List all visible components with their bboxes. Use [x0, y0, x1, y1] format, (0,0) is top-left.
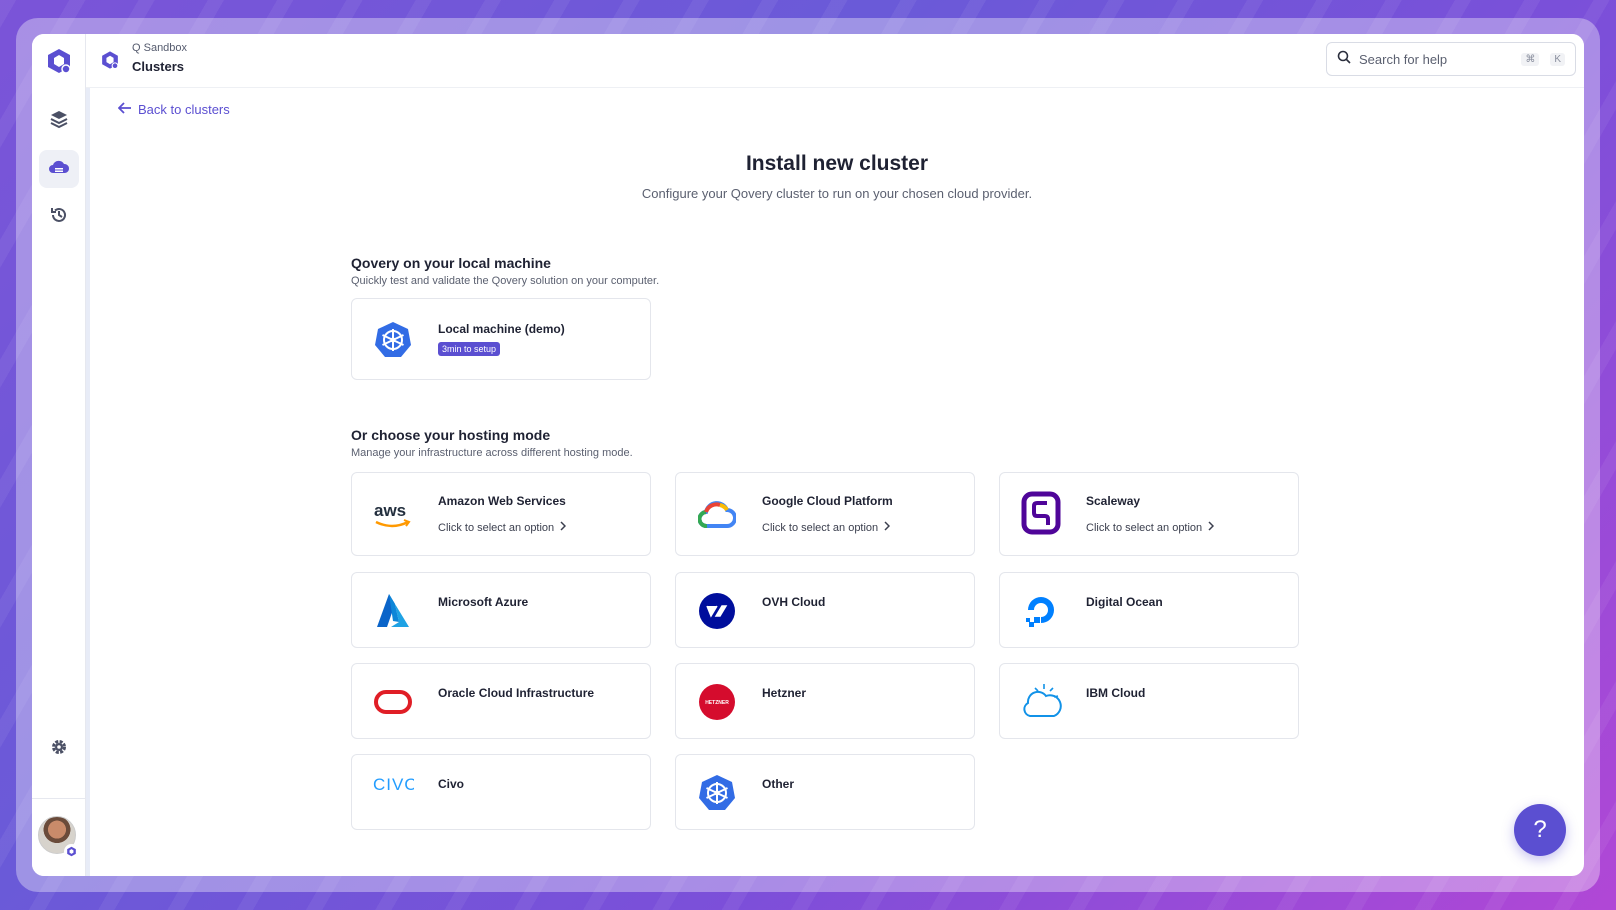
- svg-text:aws: aws: [374, 501, 406, 520]
- gcp-logo: [696, 494, 738, 536]
- back-link-label: Back to clusters: [138, 102, 230, 117]
- arrow-left-icon: [117, 102, 132, 117]
- kubernetes-icon: [696, 772, 738, 814]
- provider-name: Scaleway: [1086, 494, 1141, 508]
- provider-name: Local machine (demo): [438, 322, 565, 336]
- qovery-logo-icon[interactable]: [42, 44, 76, 78]
- provider-card-other[interactable]: Other: [675, 754, 975, 830]
- hosting-section-subtitle: Manage your infrastructure across differ…: [351, 447, 633, 459]
- search-placeholder: Search for help: [1359, 51, 1448, 67]
- provider-card-azure[interactable]: Microsoft Azure: [351, 572, 651, 648]
- sidebar: [32, 34, 86, 876]
- org-badge-icon: [64, 844, 79, 859]
- chevron-right-icon: [560, 521, 567, 534]
- sidebar-item-history[interactable]: [39, 198, 79, 236]
- history-icon: [49, 205, 69, 230]
- search-icon: [1337, 50, 1351, 69]
- select-option-link[interactable]: Click to select an option: [762, 521, 891, 534]
- provider-card-hetzner[interactable]: HETZNER Hetzner: [675, 663, 975, 739]
- sidebar-item-settings[interactable]: [39, 730, 79, 768]
- question-icon: ?: [1533, 816, 1547, 843]
- app-window: Q Sandbox Clusters Search for help ⌘ K B…: [32, 34, 1584, 876]
- page-subtitle: Configure your Qovery cluster to run on …: [641, 186, 1033, 201]
- help-button[interactable]: ?: [1514, 804, 1566, 856]
- shortcut-mod-key: ⌘: [1521, 52, 1540, 66]
- provider-card-scaleway[interactable]: Scaleway Click to select an option: [999, 472, 1299, 556]
- provider-name: Amazon Web Services: [438, 494, 566, 508]
- provider-card-ovh[interactable]: OVH Cloud: [675, 572, 975, 648]
- main-content: Back to clusters Install new cluster Con…: [90, 88, 1584, 876]
- civo-logo: CIVO: [372, 763, 414, 805]
- provider-card-oracle[interactable]: Oracle Cloud Infrastructure: [351, 663, 651, 739]
- provider-name: Oracle Cloud Infrastructure: [438, 686, 595, 700]
- sidebar-divider: [32, 798, 86, 799]
- svg-text:CIVO: CIVO: [373, 775, 414, 794]
- select-option-label: Click to select an option: [438, 521, 555, 534]
- kubernetes-icon: [372, 319, 414, 361]
- provider-name: Hetzner: [762, 686, 807, 700]
- provider-name: Other: [762, 777, 795, 791]
- scaleway-logo: [1020, 491, 1062, 535]
- settings-icon: [49, 737, 69, 762]
- search-help-input[interactable]: Search for help ⌘ K: [1326, 42, 1576, 76]
- azure-logo: [372, 590, 414, 632]
- select-option-link[interactable]: Click to select an option: [1086, 521, 1215, 534]
- ibm-cloud-logo: [1020, 681, 1062, 723]
- page-breadcrumb-title: Clusters: [132, 59, 185, 74]
- hetzner-logo: HETZNER: [696, 681, 738, 723]
- sidebar-item-layers[interactable]: [39, 102, 79, 140]
- oracle-logo: [372, 681, 414, 723]
- provider-name: Digital Ocean: [1086, 595, 1163, 609]
- chevron-right-icon: [1208, 521, 1215, 534]
- provider-card-ibm[interactable]: IBM Cloud: [999, 663, 1299, 739]
- provider-name: OVH Cloud: [762, 595, 826, 609]
- svg-text:HETZNER: HETZNER: [705, 700, 729, 706]
- digitalocean-logo: [1020, 590, 1062, 632]
- select-option-label: Click to select an option: [762, 521, 879, 534]
- top-header: Q Sandbox Clusters Search for help ⌘ K: [86, 34, 1584, 88]
- provider-name: Google Cloud Platform: [762, 494, 893, 508]
- setup-time-badge: 3min to setup: [438, 342, 501, 356]
- page-title: Install new cluster: [745, 152, 929, 175]
- provider-card-aws[interactable]: aws Amazon Web Services Click to select …: [351, 472, 651, 556]
- cloud-icon: [48, 158, 70, 181]
- local-section-title: Qovery on your local machine: [351, 255, 551, 271]
- select-option-label: Click to select an option: [1086, 521, 1203, 534]
- select-option-link[interactable]: Click to select an option: [438, 521, 567, 534]
- sidebar-item-clusters[interactable]: [39, 150, 79, 188]
- provider-card-local-machine[interactable]: Local machine (demo) 3min to setup: [351, 298, 651, 380]
- local-section-subtitle: Quickly test and validate the Qovery sol…: [351, 275, 660, 287]
- shortcut-key: K: [1550, 52, 1565, 66]
- hosting-section-title: Or choose your hosting mode: [351, 427, 551, 443]
- ovh-logo: [696, 590, 738, 632]
- provider-name: Civo: [438, 777, 465, 791]
- provider-card-gcp[interactable]: Google Cloud Platform Click to select an…: [675, 472, 975, 556]
- aws-logo: aws: [372, 494, 414, 536]
- layers-icon: [49, 109, 69, 134]
- chevron-right-icon: [884, 521, 891, 534]
- organization-icon: [100, 50, 120, 70]
- organization-name[interactable]: Q Sandbox: [132, 42, 187, 54]
- provider-name: Microsoft Azure: [438, 595, 529, 609]
- back-to-clusters-link[interactable]: Back to clusters: [117, 102, 230, 117]
- provider-name: IBM Cloud: [1086, 686, 1146, 700]
- provider-card-digitalocean[interactable]: Digital Ocean: [999, 572, 1299, 648]
- provider-card-civo[interactable]: CIVO Civo: [351, 754, 651, 830]
